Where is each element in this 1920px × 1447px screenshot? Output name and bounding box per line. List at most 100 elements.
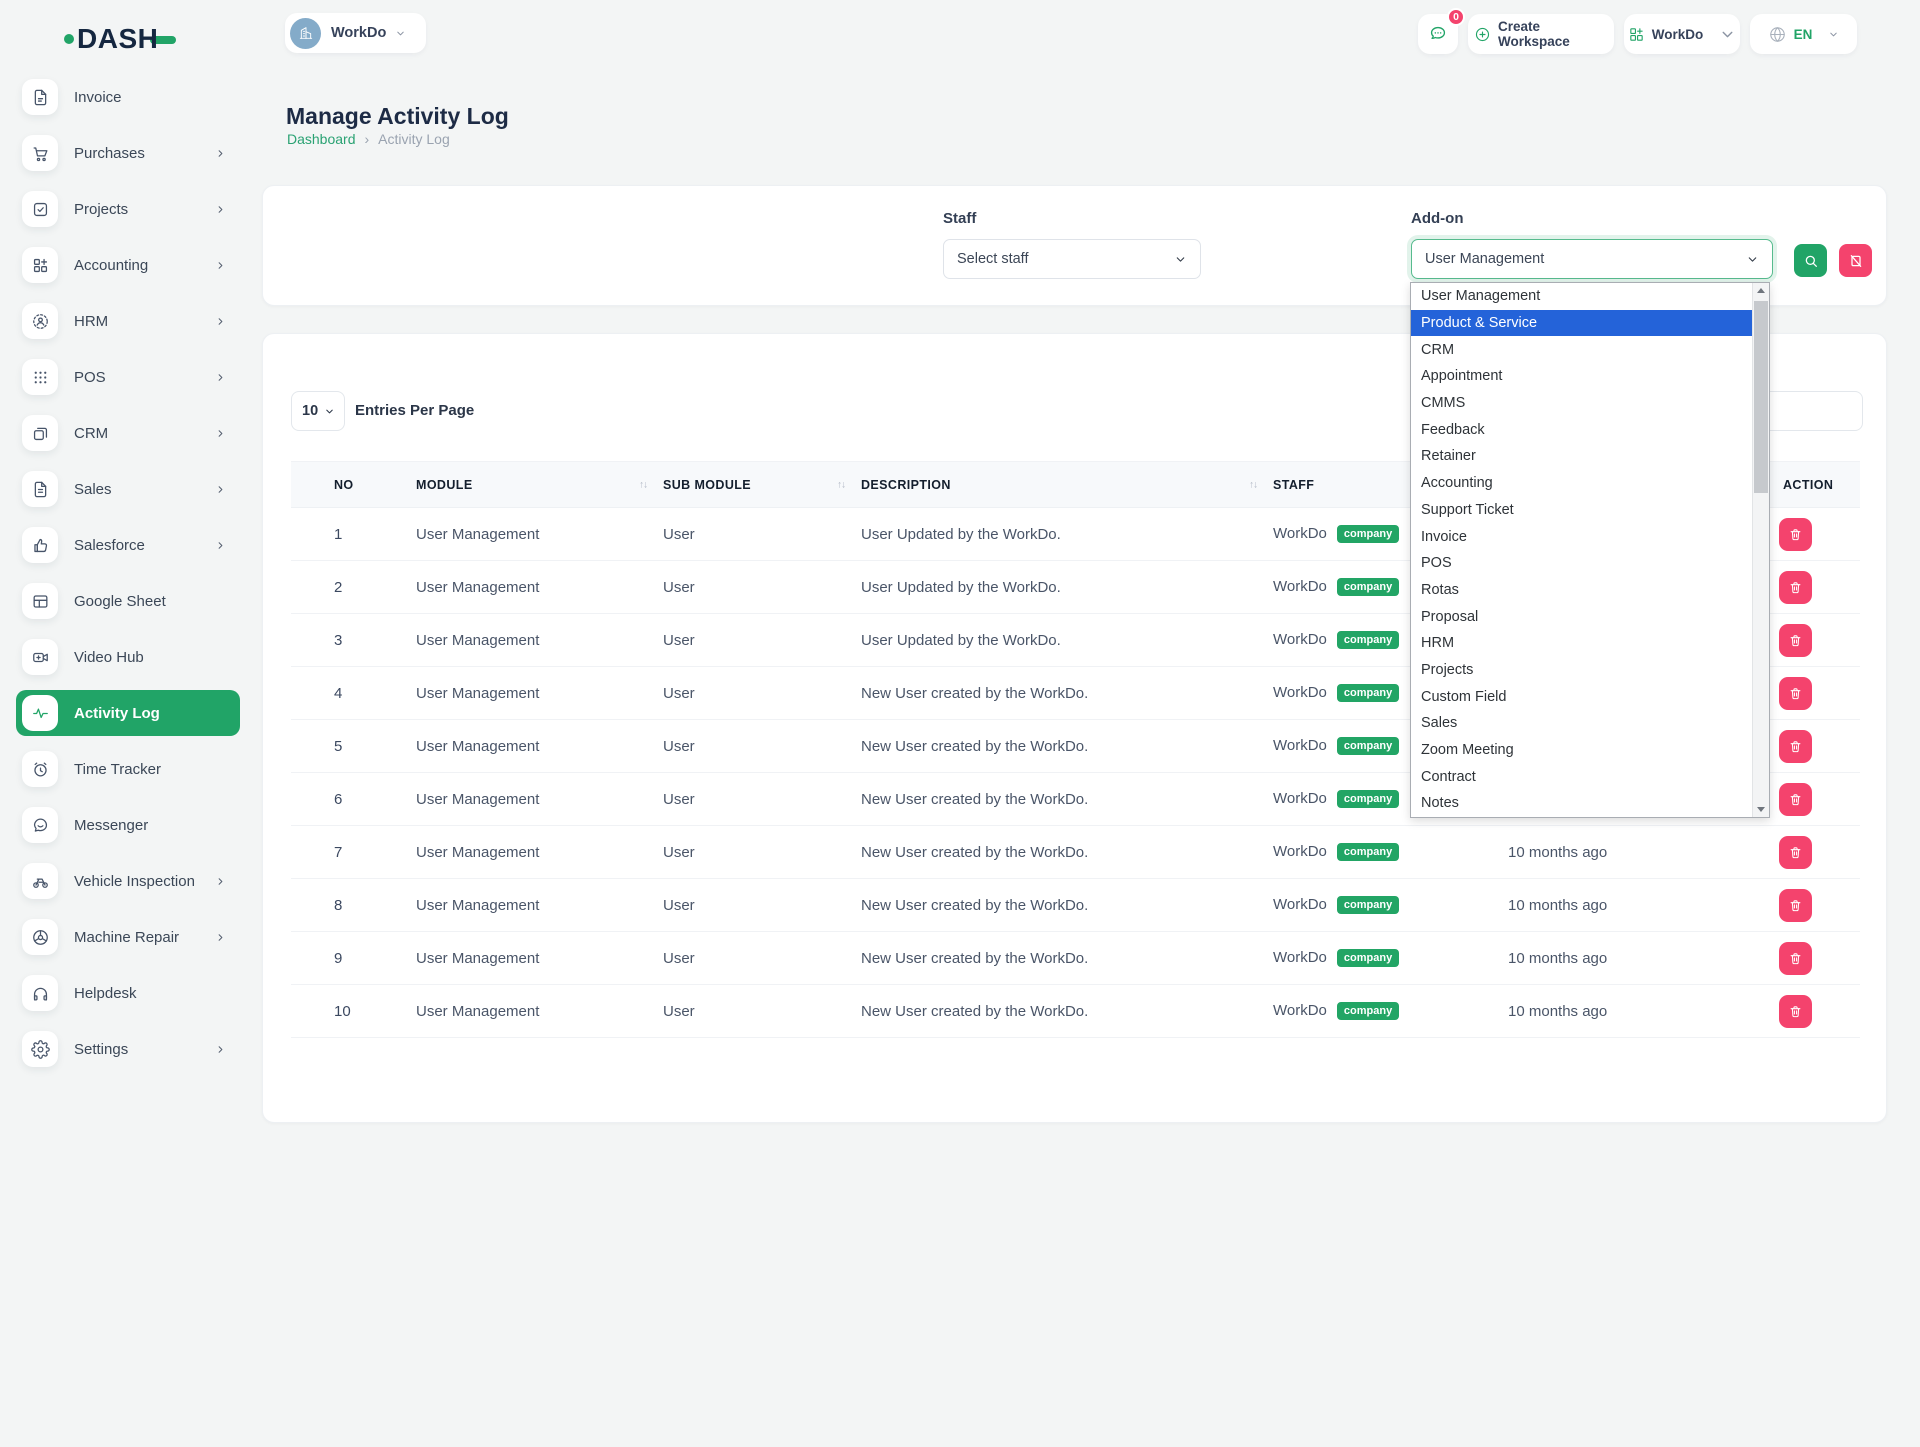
entries-per-page-select[interactable]: 10	[291, 391, 345, 431]
chevron-right-icon	[215, 372, 226, 383]
addon-option[interactable]: Sales	[1411, 710, 1753, 737]
cell-sub-module: User	[663, 932, 861, 985]
sidebar-item[interactable]: Video Hub	[16, 634, 240, 680]
addon-option[interactable]: Notes	[1411, 790, 1753, 817]
cell-action	[1775, 667, 1860, 720]
delete-button[interactable]	[1779, 942, 1812, 975]
addon-option[interactable]: Retainer	[1411, 443, 1753, 470]
addon-option[interactable]: Zoom Meeting	[1411, 737, 1753, 764]
cell-module: User Management	[416, 879, 663, 932]
delete-button[interactable]	[1779, 677, 1812, 710]
delete-button[interactable]	[1779, 571, 1812, 604]
staff-company-badge: company	[1337, 1002, 1399, 1020]
addon-option[interactable]: POS	[1411, 550, 1753, 577]
addon-dropdown-list: User ManagementProduct & ServiceCRMAppoi…	[1410, 282, 1770, 818]
cell-description: New User created by the WorkDo.	[861, 826, 1273, 879]
staff-name: WorkDo	[1273, 631, 1327, 648]
chat-badge: 0	[1447, 8, 1465, 26]
addon-option[interactable]: CMMS	[1411, 390, 1753, 417]
sort-icon[interactable]: ↑↓	[639, 479, 647, 490]
sidebar-item[interactable]: Machine Repair	[16, 914, 240, 960]
messages-button[interactable]: 0	[1418, 14, 1458, 54]
delete-button[interactable]	[1779, 518, 1812, 551]
sidebar-item[interactable]: Sales	[16, 466, 240, 512]
scroll-down-icon[interactable]	[1753, 802, 1769, 817]
delete-button[interactable]	[1779, 624, 1812, 657]
chevron-down-icon	[1828, 29, 1839, 40]
staff-company-badge: company	[1337, 843, 1399, 861]
staff-select[interactable]: Select staff	[943, 239, 1201, 279]
addon-option[interactable]: Support Ticket	[1411, 497, 1753, 524]
sidebar-item-icon	[22, 975, 58, 1011]
addon-option[interactable]: Contract	[1411, 763, 1753, 790]
addon-option[interactable]: Proposal	[1411, 603, 1753, 630]
addon-option[interactable]: Product & Service	[1411, 310, 1753, 337]
delete-button[interactable]	[1779, 995, 1812, 1028]
trash-icon	[1788, 845, 1803, 860]
sidebar-item[interactable]: Purchases	[16, 130, 240, 176]
sidebar-item-icon	[22, 303, 58, 339]
sidebar-item[interactable]: Messenger	[16, 802, 240, 848]
delete-button[interactable]	[1779, 889, 1812, 922]
staff-name: WorkDo	[1273, 1002, 1327, 1019]
sidebar-item[interactable]: Vehicle Inspection	[16, 858, 240, 904]
language-selector[interactable]: EN	[1750, 14, 1857, 54]
workdo-menu-label: WorkDo	[1652, 27, 1704, 42]
cell-sub-module: User	[663, 508, 861, 561]
cell-description: User Updated by the WorkDo.	[861, 561, 1273, 614]
sidebar-item-label: Time Tracker	[74, 761, 161, 778]
scroll-up-icon[interactable]	[1753, 283, 1769, 298]
create-workspace-label: Create Workspace	[1498, 19, 1608, 49]
reset-filter-button[interactable]	[1839, 244, 1872, 277]
sidebar-item[interactable]: Salesforce	[16, 522, 240, 568]
breadcrumb-dashboard-link[interactable]: Dashboard	[287, 131, 356, 147]
sort-icon[interactable]: ↑↓	[1249, 479, 1257, 490]
cell-no: 9	[291, 932, 416, 985]
delete-button[interactable]	[1779, 730, 1812, 763]
addon-option[interactable]: Projects	[1411, 657, 1753, 684]
sidebar-item[interactable]: Invoice	[16, 74, 240, 120]
column-sub-module[interactable]: SUB MODULE↑↓	[663, 462, 861, 508]
app-logo[interactable]: DASH	[64, 24, 176, 54]
sidebar-item[interactable]: Projects	[16, 186, 240, 232]
dropdown-scrollbar[interactable]	[1752, 283, 1769, 817]
workspace-avatar	[290, 18, 321, 49]
addon-option[interactable]: User Management	[1411, 283, 1753, 310]
chevron-right-icon	[215, 932, 226, 943]
delete-button[interactable]	[1779, 836, 1812, 869]
sort-icon[interactable]: ↑↓	[837, 479, 845, 490]
addon-option[interactable]: Rotas	[1411, 577, 1753, 604]
sidebar-item-icon	[22, 807, 58, 843]
addon-option[interactable]: Accounting	[1411, 470, 1753, 497]
addon-select[interactable]: User Management	[1411, 239, 1773, 279]
sidebar-item[interactable]: Helpdesk	[16, 970, 240, 1016]
workspace-switcher[interactable]: WorkDo	[285, 13, 426, 53]
workdo-menu-button[interactable]: WorkDo	[1624, 14, 1740, 54]
column-description[interactable]: DESCRIPTION↑↓	[861, 462, 1273, 508]
create-workspace-button[interactable]: Create Workspace	[1468, 14, 1614, 54]
cell-description: New User created by the WorkDo.	[861, 773, 1273, 826]
addon-option[interactable]: CRM	[1411, 336, 1753, 363]
sidebar-item[interactable]: Google Sheet	[16, 578, 240, 624]
staff-company-badge: company	[1337, 631, 1399, 649]
sidebar-item[interactable]: CRM	[16, 410, 240, 456]
addon-option[interactable]: Appointment	[1411, 363, 1753, 390]
sidebar-item[interactable]: POS	[16, 354, 240, 400]
sidebar-item[interactable]: Accounting	[16, 242, 240, 288]
cell-module: User Management	[416, 614, 663, 667]
scrollbar-thumb[interactable]	[1754, 301, 1768, 493]
delete-button[interactable]	[1779, 783, 1812, 816]
sidebar-item[interactable]: Settings	[16, 1026, 240, 1072]
addon-option[interactable]: HRM	[1411, 630, 1753, 657]
apply-filter-button[interactable]	[1794, 244, 1827, 277]
sidebar-item[interactable]: Time Tracker	[16, 746, 240, 792]
sidebar-item-icon	[22, 751, 58, 787]
sidebar-item[interactable]: HRM	[16, 298, 240, 344]
sidebar-item[interactable]: Activity Log	[16, 690, 240, 736]
column-module[interactable]: MODULE↑↓	[416, 462, 663, 508]
grid-plus-icon	[1628, 26, 1645, 43]
addon-option[interactable]: Invoice	[1411, 523, 1753, 550]
addon-option[interactable]: Custom Field	[1411, 683, 1753, 710]
addon-option[interactable]: Feedback	[1411, 416, 1753, 443]
chevron-right-icon	[215, 484, 226, 495]
